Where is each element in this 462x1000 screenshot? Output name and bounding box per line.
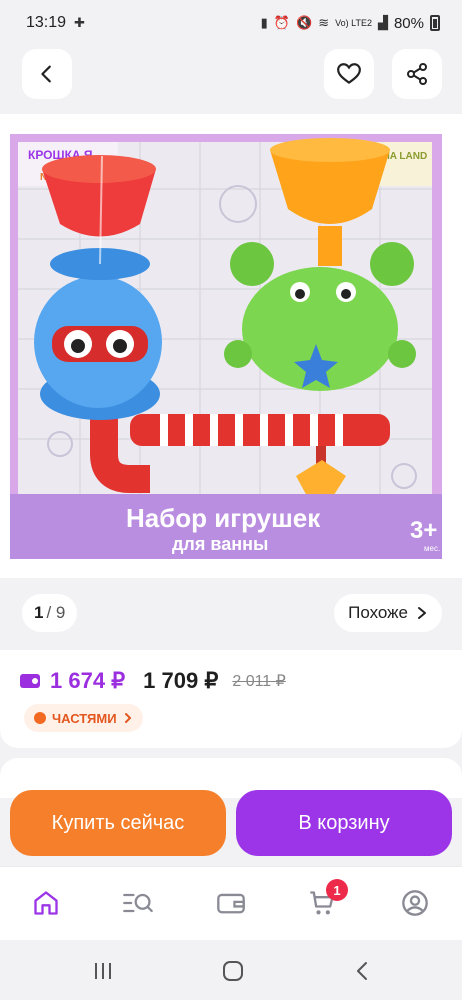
product-gallery[interactable]: КРОШКА Я NEW SIMA LAND Набор [0, 114, 462, 590]
status-right: ▮ ⏰ 🔇 ≋ Vo) LTE2 ▟ 80% [261, 15, 440, 32]
nav-cart[interactable]: 1 [304, 879, 348, 921]
similar-label: Похоже [348, 603, 408, 622]
image-counter: 1 / 9 [22, 594, 78, 632]
image-counter-total: / 9 [46, 603, 66, 622]
price-row: 1 674 ₽ 1 709 ₽ 2 011 ₽ [20, 668, 286, 694]
heart-icon [337, 63, 361, 84]
signal-icon: ▟ [377, 15, 388, 30]
wifi-icon: ≋ [318, 15, 330, 30]
installments-icon [34, 712, 46, 724]
medical-cross-icon: ✚ [74, 15, 85, 30]
image-counter-current: 1 [34, 603, 44, 622]
profile-icon [402, 890, 428, 916]
bottom-navigation: 1 [0, 866, 462, 940]
back-button[interactable] [22, 49, 72, 99]
wallet-icon [217, 893, 245, 914]
home-system-button[interactable] [218, 956, 248, 986]
buy-now-button[interactable]: Купить сейчас [10, 790, 226, 856]
status-time: 13:19 [26, 14, 67, 31]
old-price: 2 011 ₽ [232, 673, 286, 690]
box-title-line2: для ванны [172, 534, 268, 554]
status-bar: 13:19 ✚ ▮ ⏰ 🔇 ≋ Vo) LTE2 ▟ 80% [0, 0, 462, 46]
cart-count-badge: 1 [326, 879, 348, 901]
network-label: Vo) LTE2 [335, 17, 372, 28]
regular-price: 1 709 ₽ [143, 668, 219, 693]
recent-apps-button[interactable] [88, 956, 118, 986]
nav-wallet[interactable] [213, 885, 249, 921]
back-system-button[interactable] [348, 956, 378, 986]
system-navigation [0, 940, 462, 1000]
price-card: 1 674 ₽ 1 709 ₽ 2 011 ₽ ЧАСТЯМИ [0, 650, 462, 748]
nav-catalog[interactable] [120, 885, 156, 921]
battery-icon [430, 15, 440, 31]
similar-button[interactable]: Похоже [334, 594, 442, 632]
home-circle-icon [223, 961, 243, 981]
box-age-unit: мес. [424, 544, 440, 553]
status-left: 13:19 ✚ [26, 14, 85, 32]
notification-icon: ▮ [260, 15, 268, 30]
wallet-price: 1 674 ₽ [50, 668, 126, 693]
chevron-left-icon [41, 65, 51, 83]
home-icon [34, 891, 58, 915]
back-arrow-icon [357, 962, 367, 980]
installments-badge[interactable]: ЧАСТЯМИ [24, 704, 143, 732]
share-button[interactable] [392, 49, 442, 99]
add-to-cart-button[interactable]: В корзину [236, 790, 452, 856]
wallet-price-icon [20, 674, 40, 688]
chevron-right-icon [124, 713, 131, 723]
share-icon [407, 63, 427, 85]
favorite-button[interactable] [324, 49, 374, 99]
alarm-icon: ⏰ [273, 15, 291, 30]
nav-profile[interactable] [397, 885, 433, 921]
product-image[interactable]: КРОШКА Я NEW SIMA LAND Набор [0, 114, 462, 590]
box-title-line1: Набор игрушек [126, 503, 321, 533]
chevron-right-icon [418, 607, 426, 619]
recent-apps-icon [95, 963, 111, 979]
mute-icon: 🔇 [296, 15, 313, 30]
nav-home[interactable] [28, 885, 64, 921]
gallery-footer: 1 / 9 Похоже [0, 578, 462, 650]
battery-percent: 80% [393, 14, 424, 32]
installments-label: ЧАСТЯМИ [52, 710, 117, 726]
box-age: 3+ [410, 517, 437, 544]
catalog-search-icon [123, 893, 153, 913]
top-app-bar [0, 46, 462, 114]
